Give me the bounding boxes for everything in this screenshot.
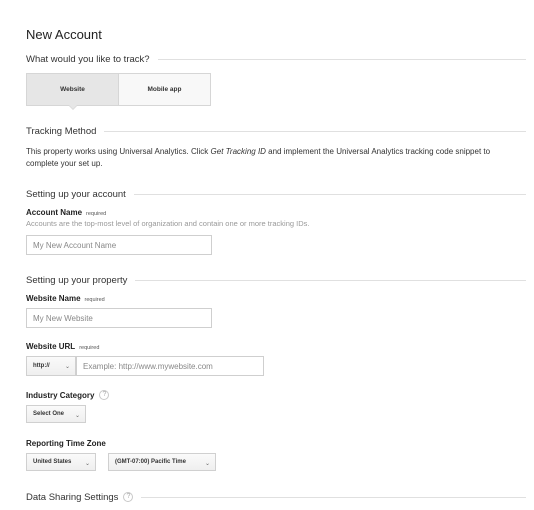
help-icon[interactable]: ? (99, 390, 110, 400)
track-mobile-app-button[interactable]: Mobile app (119, 74, 210, 105)
page-title: New Account (26, 27, 102, 42)
country-select[interactable]: United States ⌄ (26, 453, 96, 471)
protocol-value: http:// (33, 363, 50, 369)
account-name-label-text: Account Name (26, 208, 83, 217)
divider (104, 130, 526, 132)
industry-category-value: Select One (33, 411, 65, 417)
account-section-header: Setting up your account (26, 187, 526, 201)
website-url-label: Website URL required (26, 342, 99, 351)
protocol-select[interactable]: http:// ⌄ (26, 356, 76, 376)
website-url-input[interactable] (76, 356, 264, 376)
description-text: This property works using Universal Anal… (26, 147, 211, 156)
track-website-button[interactable]: Website (27, 74, 119, 105)
industry-category-label: Industry Category (26, 390, 95, 400)
property-section-header: Setting up your property (26, 273, 526, 287)
time-zone-select[interactable]: (GMT-07:00) Pacific Time ⌄ (108, 453, 216, 471)
data-sharing-header: Data Sharing Settings ? (26, 490, 526, 504)
website-name-input[interactable] (26, 308, 212, 328)
required-tag: required (79, 345, 100, 351)
website-name-label-text: Website Name (26, 294, 81, 303)
track-question-label: What would you like to track? (26, 53, 150, 65)
account-section-label: Setting up your account (26, 188, 126, 200)
time-zone-value: (GMT-07:00) Pacific Time (115, 459, 186, 465)
industry-category-header: Industry Category ? (26, 388, 146, 402)
track-type-toggle: Website Mobile app (26, 73, 211, 106)
track-question-header: What would you like to track? (26, 52, 526, 66)
get-tracking-id-emphasis: Get Tracking ID (210, 147, 266, 156)
industry-category-select[interactable]: Select One ⌄ (26, 405, 86, 423)
reporting-time-zone-label: Reporting Time Zone (26, 439, 106, 448)
chevron-down-icon: ⌄ (204, 461, 210, 467)
divider (141, 496, 526, 498)
required-tag: required (84, 297, 105, 303)
help-icon[interactable]: ? (123, 492, 134, 502)
tracking-method-header: Tracking Method (26, 124, 526, 138)
tracking-method-description: This property works using Universal Anal… (26, 146, 516, 170)
chevron-down-icon: ⌄ (84, 461, 90, 467)
property-section-label: Setting up your property (26, 274, 128, 286)
country-value: United States (33, 459, 72, 465)
divider (135, 279, 526, 281)
tracking-method-label: Tracking Method (26, 125, 97, 137)
divider (133, 193, 526, 195)
account-name-label: Account Name required (26, 208, 106, 217)
account-name-input[interactable] (26, 235, 212, 255)
data-sharing-label: Data Sharing Settings (26, 491, 119, 503)
required-tag: required (86, 211, 107, 217)
account-name-hint: Accounts are the top-most level of organ… (26, 219, 310, 228)
website-name-label: Website Name required (26, 294, 105, 303)
chevron-down-icon: ⌄ (64, 364, 70, 370)
selected-pointer-inner (69, 105, 77, 109)
divider (157, 58, 526, 60)
chevron-down-icon: ⌄ (74, 413, 80, 419)
website-url-label-text: Website URL (26, 342, 76, 351)
